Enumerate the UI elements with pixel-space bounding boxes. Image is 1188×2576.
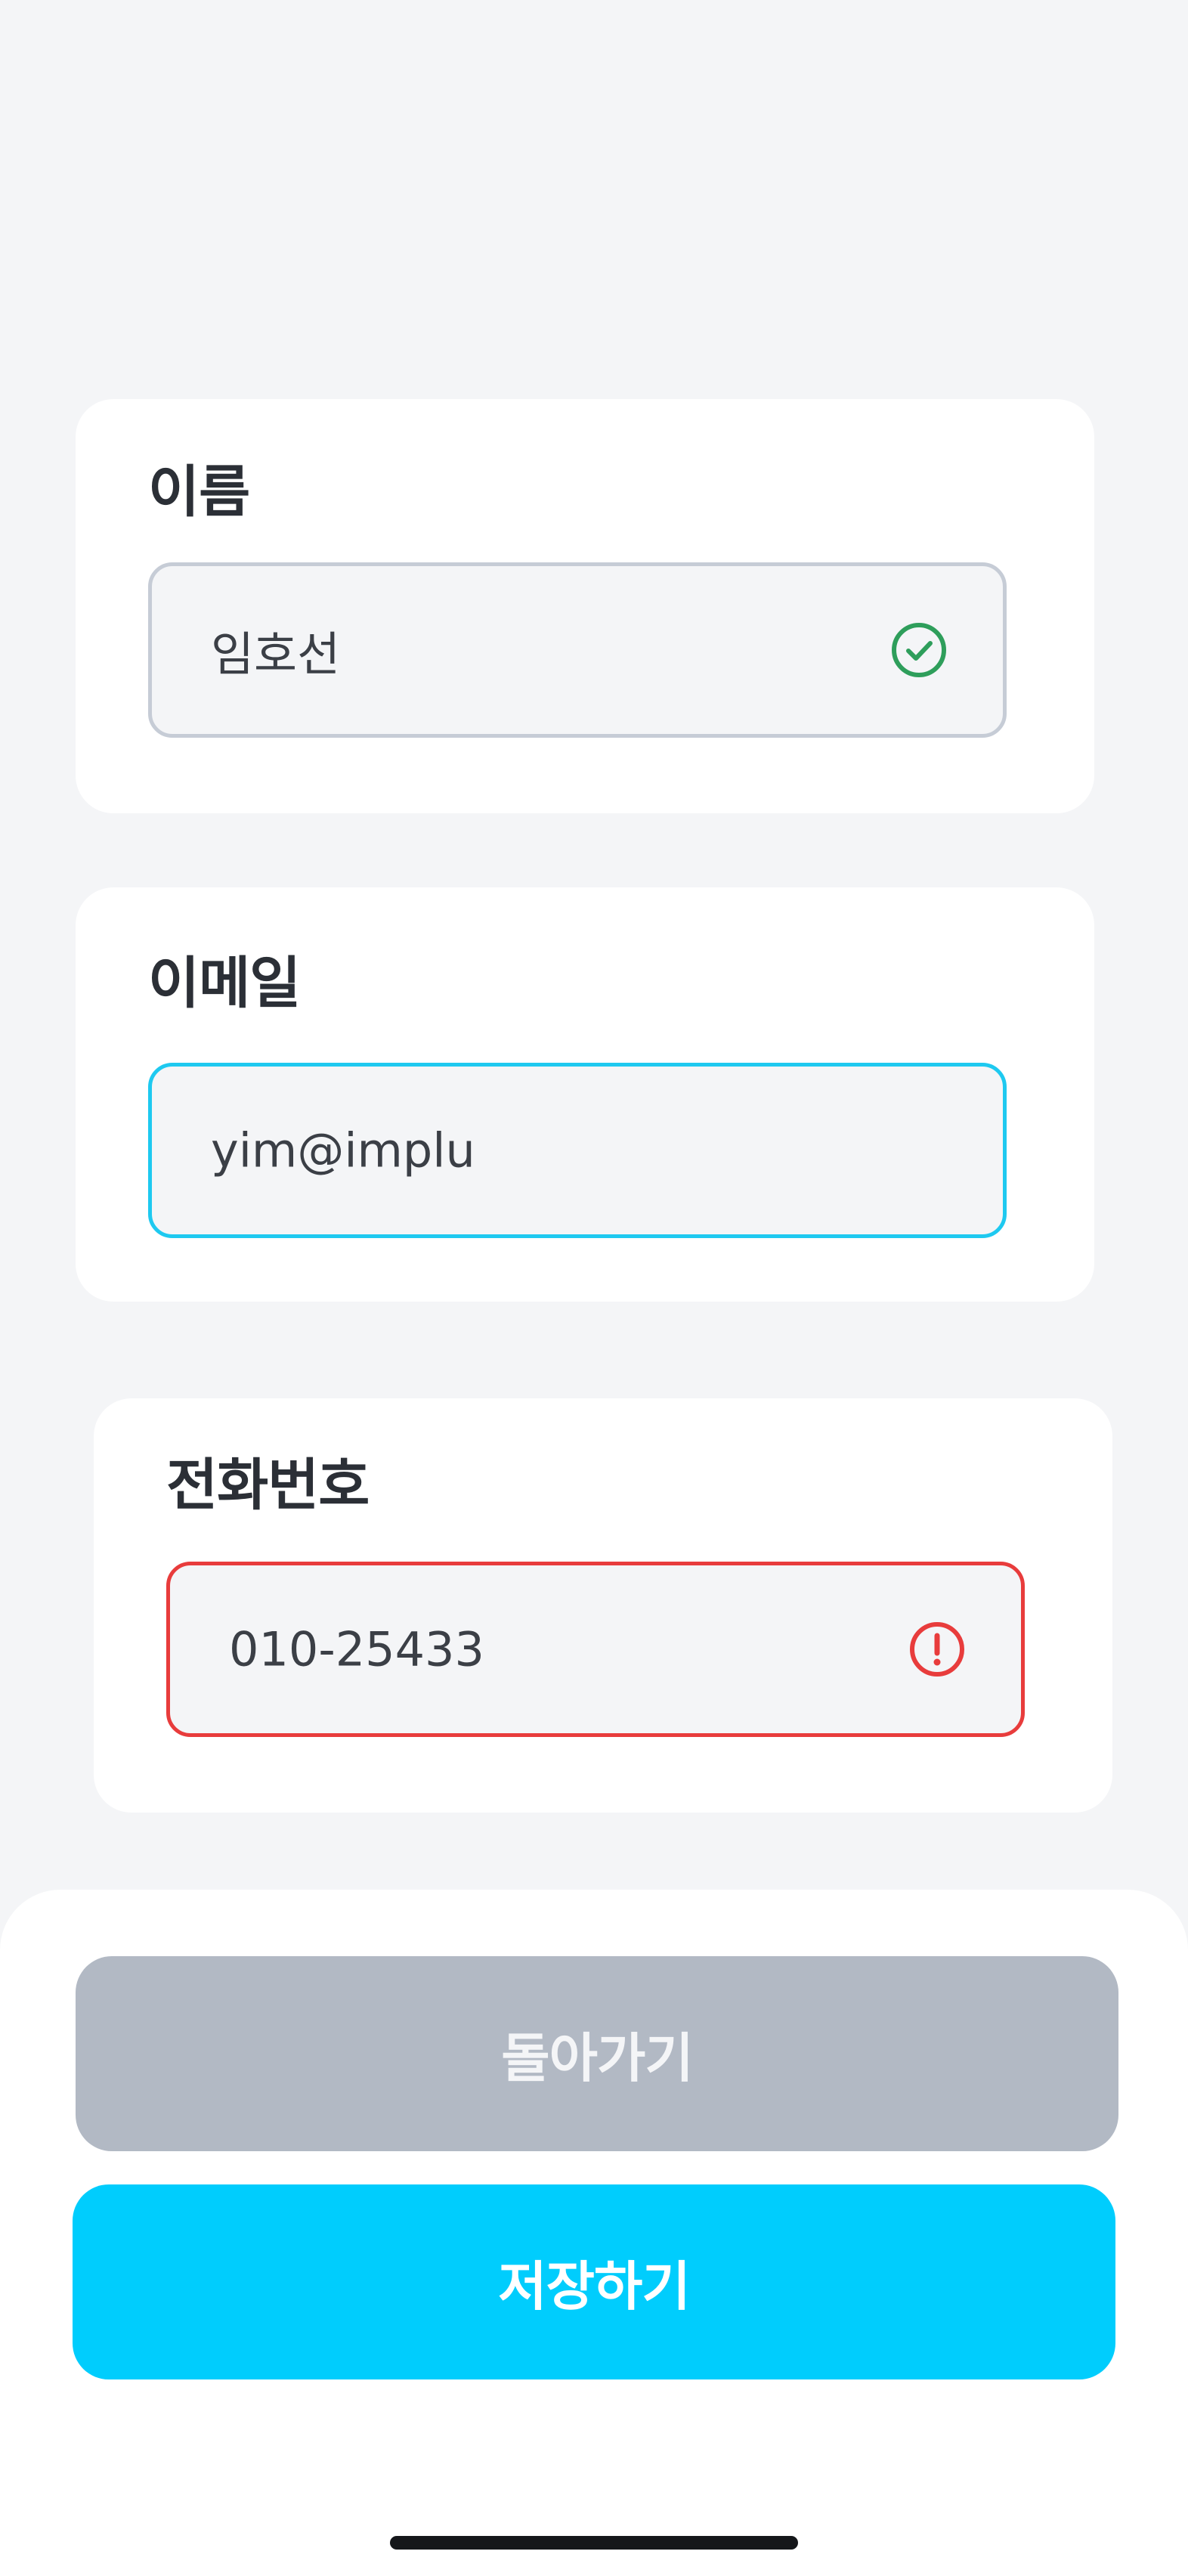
back-button[interactable]: 돌아가기 bbox=[76, 1956, 1118, 2151]
alert-circle-icon bbox=[910, 1622, 964, 1677]
bottom-action-sheet: 돌아가기 저장하기 bbox=[0, 1890, 1188, 2576]
name-field[interactable]: 임호선 bbox=[148, 562, 1007, 738]
email-field-value: yim@implu bbox=[211, 1122, 475, 1178]
check-circle-icon bbox=[892, 623, 946, 677]
email-card: 이메일 yim@implu bbox=[76, 887, 1094, 1302]
save-button[interactable]: 저장하기 bbox=[73, 2184, 1115, 2379]
email-field[interactable]: yim@implu bbox=[148, 1063, 1007, 1238]
email-label: 이메일 bbox=[148, 951, 301, 1016]
name-field-value: 임호선 bbox=[211, 627, 341, 682]
phone-field[interactable]: 010-25433 bbox=[166, 1562, 1025, 1737]
home-indicator[interactable] bbox=[390, 2536, 798, 2550]
name-label: 이름 bbox=[148, 460, 250, 525]
phone-label: 전화번호 bbox=[166, 1453, 370, 1518]
phone-field-value: 010-25433 bbox=[229, 1621, 484, 1677]
name-card: 이름 임호선 bbox=[76, 399, 1094, 813]
phone-card: 전화번호 010-25433 bbox=[94, 1398, 1112, 1813]
